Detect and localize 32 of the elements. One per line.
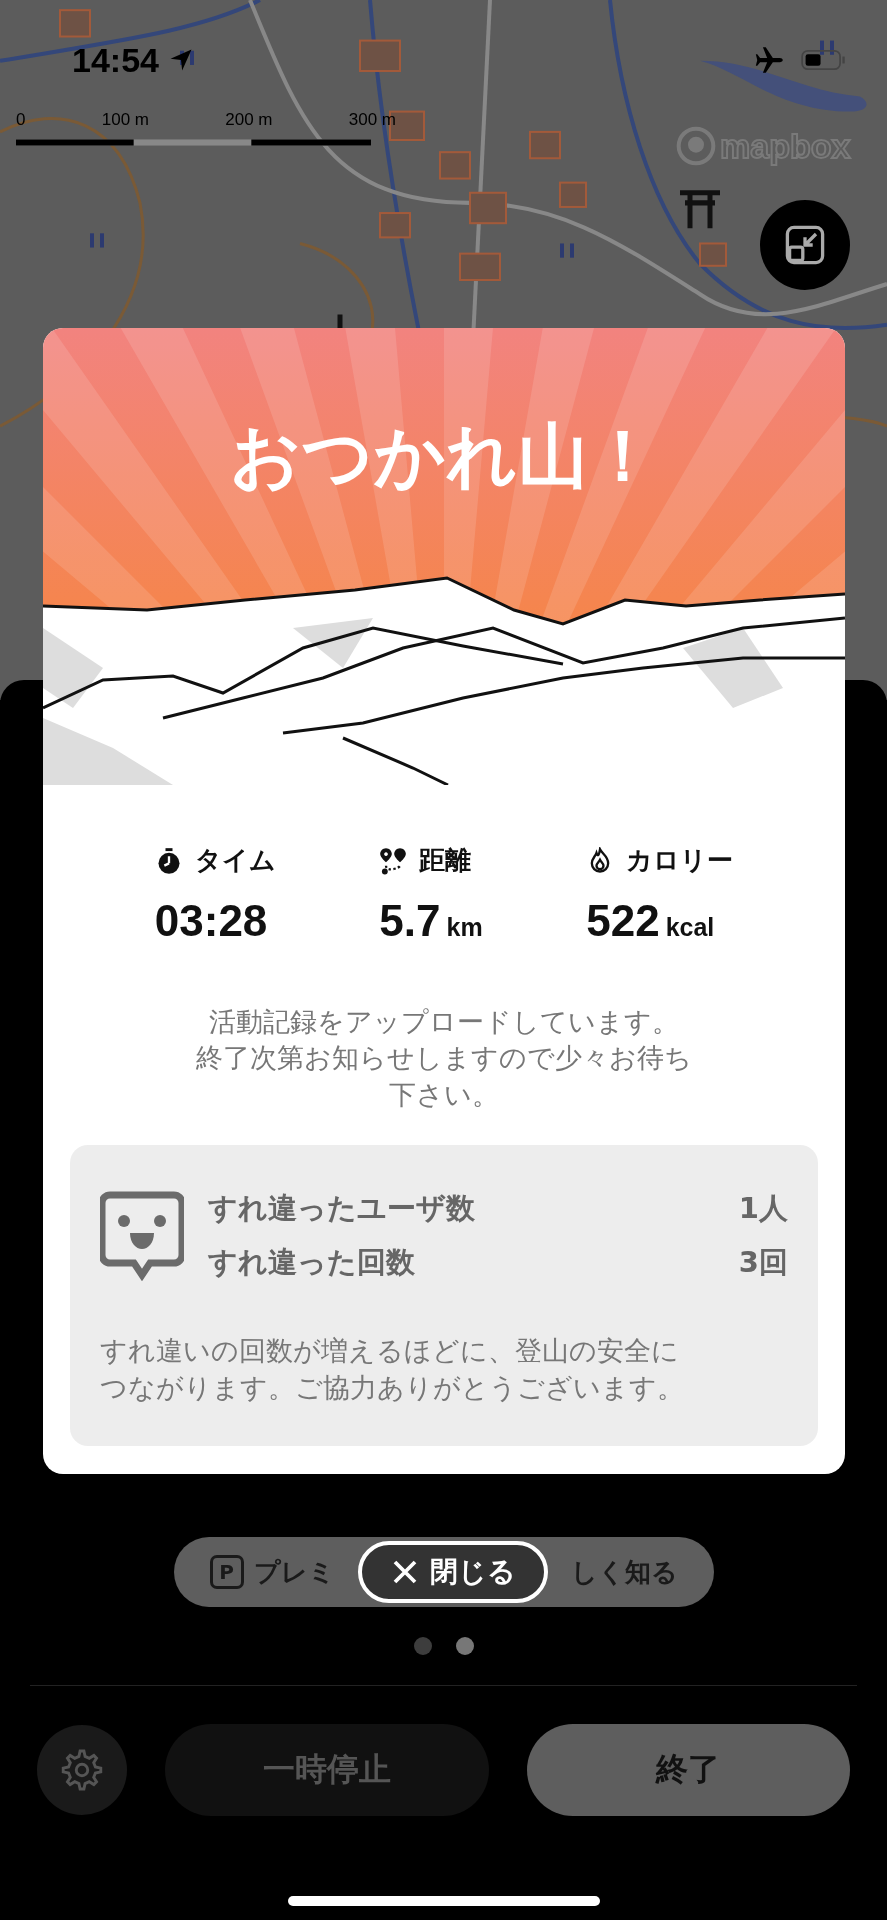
settings-icon [59,1747,105,1793]
stat-label: カロリー [626,844,734,877]
upload-message-line: 活動記録をアップロードしています。 [208,1005,680,1039]
stat-unit: km [446,913,483,942]
scale-label: 100 m [101,110,149,130]
dialog-title: おつかれ山！ [229,414,659,499]
stat-value: 5.7 [379,896,441,946]
stat-unit: kcal [665,913,715,942]
scale-label: 0 [16,110,26,130]
route-pin-icon [379,846,408,875]
stat-label: 距離 [419,844,472,877]
pause-button[interactable]: 一時停止 [165,1724,489,1816]
stat-label: タイム [194,844,276,877]
map-pin-logo-icon [676,126,716,166]
upload-message-line: 終了次第お知らせしますので少々お待ち [195,1041,693,1076]
finish-button[interactable]: 終了 [526,1724,850,1816]
status-time: 14:54 [72,40,159,80]
encounter-label: すれ違った回数 [208,1244,415,1282]
encounter-note-line: つながります。ご協力ありがとうございます。 [100,1370,685,1405]
close-button[interactable]: 閉じる [357,1541,548,1603]
encounter-note-line: すれ違いの回数が増えるほどに、登山の安全に [100,1334,680,1369]
stat-value: 03:28 [154,896,268,946]
encounter-label: すれ違ったユーザ数 [208,1190,475,1228]
stat-value: 522 [586,896,660,946]
premium-icon: P [209,1555,244,1589]
battery-icon [801,48,847,72]
encounter-value: 3回 [738,1244,788,1282]
smiling-speech-bubble-icon [100,1191,184,1282]
shrink-icon [783,223,827,267]
upload-message-line: 下さい。 [388,1077,500,1112]
encounter-value: 1人 [738,1190,788,1228]
scale-label: 200 m [225,110,273,130]
